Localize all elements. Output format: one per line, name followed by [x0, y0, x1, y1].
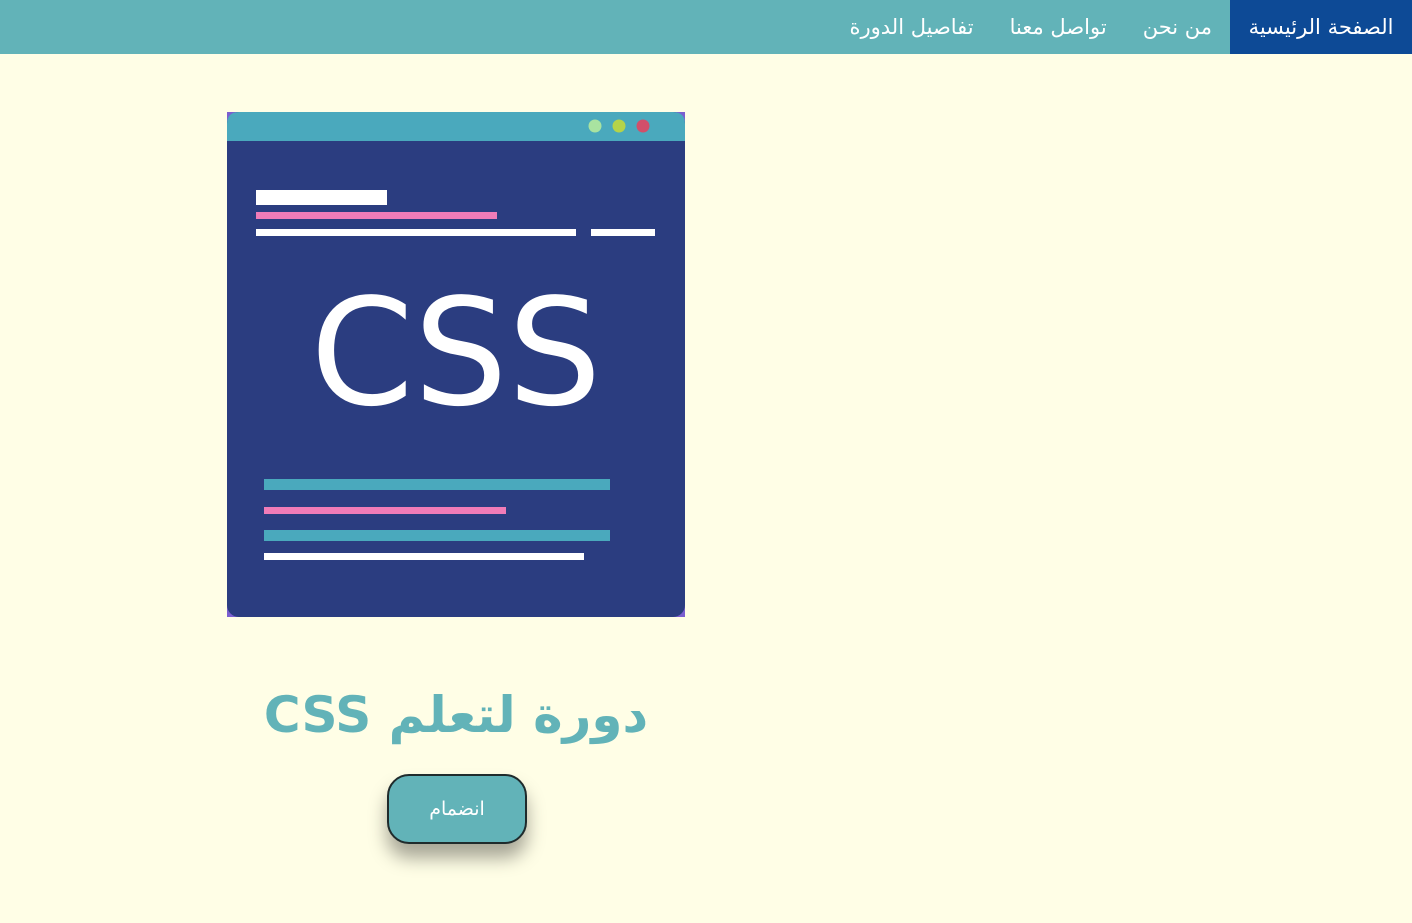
join-button[interactable]: انضمام [387, 774, 527, 844]
code-line [264, 530, 610, 541]
css-logo-text: CSS [310, 267, 601, 439]
nav-item-about[interactable]: من نحن [1125, 0, 1230, 54]
code-line [256, 212, 497, 219]
top-navbar: الصفحة الرئيسية من نحن تواصل معنا تفاصيل… [0, 0, 1412, 54]
code-line [256, 190, 387, 205]
green-dot-icon [588, 119, 602, 133]
nav-item-contact[interactable]: تواصل معنا [992, 0, 1125, 54]
code-line [256, 229, 576, 236]
course-title: دورة لتعلم CSS [263, 686, 649, 744]
yellow-dot-icon [612, 119, 626, 133]
css-course-image: CSS [227, 112, 685, 617]
red-dot-icon [636, 119, 650, 133]
nav-item-home[interactable]: الصفحة الرئيسية [1230, 0, 1412, 54]
code-line [264, 553, 584, 560]
nav-item-course-details[interactable]: تفاصيل الدورة [831, 0, 991, 54]
code-line [591, 229, 655, 236]
code-line [264, 479, 610, 490]
code-line [264, 507, 506, 514]
course-card: CSS [227, 112, 685, 617]
